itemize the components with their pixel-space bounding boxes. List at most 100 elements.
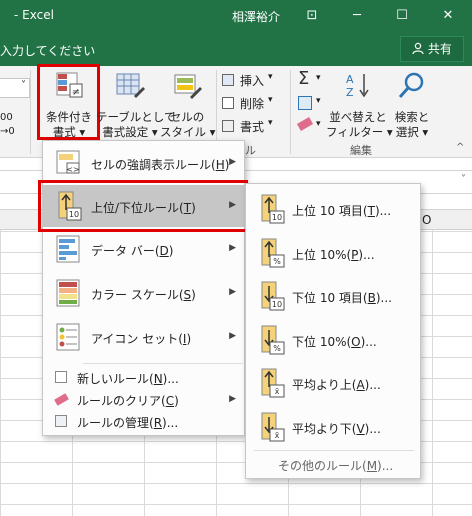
tell-me-bar: 入力してください 共有 (0, 32, 472, 66)
menu-divider (83, 363, 243, 364)
insert-label: 挿入 (240, 74, 265, 88)
menu-label: 新しいルール(N)... (77, 372, 179, 386)
menu-label: 上位 10 項目(T)... (292, 204, 392, 218)
arrow-down-icon: x̄ (256, 411, 288, 443)
top-bottom-submenu: 10 上位 10 項目(T)... % 上位 10%(P)... 10 下位 10 項目(… (245, 183, 421, 479)
share-label: 共有 (427, 42, 452, 56)
cell-styles-icon (172, 70, 204, 102)
minimize-icon[interactable]: ─ (345, 4, 369, 28)
ribbon-display-options-icon[interactable]: ⊡ (300, 4, 324, 28)
menu-item-icon-sets[interactable]: アイコン セット(I) ▶ (43, 317, 244, 357)
chevron-down-icon[interactable]: ▾ (316, 119, 321, 129)
sort-label-1: 並べ替えと (329, 110, 387, 124)
format-cells-button[interactable]: 書式 ▾ (222, 118, 284, 136)
menu-item-more-rules[interactable]: その他のルール(M)... (246, 452, 420, 476)
fill-icon[interactable] (298, 96, 312, 110)
svg-text:A: A (346, 73, 354, 86)
find-select-button[interactable]: 検索と 選択 ▾ (388, 66, 436, 152)
clear-icon[interactable] (296, 117, 314, 131)
submenu-item[interactable]: % 上位 10%(P)... (246, 232, 420, 274)
svg-text:<>: <> (66, 165, 79, 174)
font-size-box[interactable]: ˅ (0, 78, 30, 98)
highlight-frame-cf (37, 64, 100, 140)
menu-label: カラー スケール(S) (91, 288, 196, 302)
user-name[interactable]: 相澤裕介 (232, 8, 280, 25)
menu-item-highlight-rules[interactable]: <> セルの強調表示ルール(H) ▶ (43, 143, 244, 183)
menu-label: 下位 10%(O)... (292, 334, 377, 349)
person-icon (412, 38, 424, 55)
arrow-down-icon: % (256, 324, 288, 356)
autosum-icon[interactable]: Σ (298, 68, 309, 89)
format-label: 書式 (240, 120, 265, 134)
column-header-o[interactable]: O (422, 213, 431, 227)
decrease-decimal-label[interactable]: 00 (0, 110, 13, 125)
chevron-down-icon[interactable]: ▾ (316, 96, 321, 106)
table-icon (114, 70, 146, 102)
chevron-down-icon: ˅ (21, 80, 26, 91)
delete-button[interactable]: 削除 ▾ (222, 95, 284, 113)
menu-item-color-scales[interactable]: カラー スケール(S) ▶ (43, 273, 244, 313)
chevron-right-icon: ▶ (229, 243, 236, 253)
menu-label: その他のルール(M)... (278, 459, 394, 473)
table-label-1: テーブルとして (96, 110, 176, 124)
chevron-down-icon[interactable]: ▾ (316, 73, 321, 83)
style-label-2: スタイル ▾ (160, 125, 216, 139)
title-bar: - Excel 相澤裕介 ⊡ ─ ☐ ✕ (0, 0, 472, 32)
highlight-cells-icon: <> (53, 147, 85, 179)
app-title: - Excel (14, 8, 54, 22)
close-icon[interactable]: ✕ (436, 4, 460, 28)
arrow-down-icon: 10 (256, 280, 288, 312)
find-label-1: 検索と (394, 110, 430, 124)
svg-text:10: 10 (272, 300, 282, 309)
chevron-right-icon: ▶ (229, 157, 236, 167)
highlight-frame-top-bottom (38, 180, 248, 232)
format-icon (222, 120, 234, 132)
maximize-icon[interactable]: ☐ (390, 4, 414, 28)
insert-icon (222, 74, 234, 86)
submenu-item[interactable]: % 下位 10%(O)... (246, 319, 420, 361)
menu-label: 下位 10 項目(B)... (292, 291, 392, 305)
collapse-ribbon-icon[interactable]: ^ (456, 142, 464, 153)
new-rule-icon (55, 371, 67, 383)
chevron-right-icon: ▶ (229, 394, 236, 404)
group-label-edit: 編集 (350, 144, 372, 157)
share-button[interactable]: 共有 (400, 36, 464, 62)
svg-text:10: 10 (272, 213, 282, 222)
menu-item-data-bars[interactable]: データ バー(D) ▶ (43, 229, 244, 269)
increase-decimal-label[interactable]: →0 (0, 124, 15, 139)
sort-label-2: フィルター ▾ (326, 125, 393, 139)
menu-label: ルールの管理(R)... (77, 416, 179, 430)
menu-label: 平均より下(V)... (292, 421, 381, 436)
chevron-down-icon: ▾ (268, 72, 273, 82)
manage-rules-icon (55, 415, 67, 427)
delete-icon (222, 97, 234, 109)
submenu-item[interactable]: 10 下位 10 項目(B)... (246, 275, 420, 317)
submenu-item[interactable]: x̄ 平均より上(A)... (246, 362, 420, 404)
menu-item-new-rule[interactable]: 新しいルール(N)... (43, 367, 244, 389)
submenu-item[interactable]: x̄ 平均より下(V)... (246, 406, 420, 448)
style-label-1: セルの (169, 110, 205, 124)
svg-text:x̄: x̄ (275, 431, 280, 440)
insert-button[interactable]: 挿入 ▾ (222, 72, 284, 90)
arrow-up-icon: % (256, 237, 288, 269)
menu-label: 平均より上(A)... (292, 378, 381, 392)
chevron-down-icon: ▾ (268, 95, 273, 105)
menu-label: ルールのクリア(C) (77, 394, 179, 408)
sort-filter-button[interactable]: A Z 並べ替えと フィルター ▾ (326, 66, 393, 152)
search-icon (396, 70, 428, 102)
menu-label: セルの強調表示ルール(H) (91, 158, 230, 172)
icon-sets-icon (53, 321, 85, 353)
menu-item-manage-rules[interactable]: ルールの管理(R)... (43, 411, 244, 433)
find-label-2: 選択 ▾ (395, 125, 429, 139)
svg-text:%: % (273, 257, 281, 266)
eraser-icon (54, 393, 69, 406)
data-bars-icon (53, 233, 85, 265)
menu-item-clear-rules[interactable]: ルールのクリア(C) ▶ (43, 389, 244, 411)
chevron-down-icon[interactable]: ˅ (461, 174, 466, 185)
color-scales-icon (53, 277, 85, 309)
table-label-2: 書式設定 ▾ (102, 125, 158, 139)
submenu-item[interactable]: 10 上位 10 項目(T)... (246, 188, 420, 230)
tell-me-input[interactable]: 入力してください (0, 42, 95, 59)
chevron-right-icon: ▶ (229, 287, 236, 297)
arrow-up-icon: 10 (256, 193, 288, 225)
